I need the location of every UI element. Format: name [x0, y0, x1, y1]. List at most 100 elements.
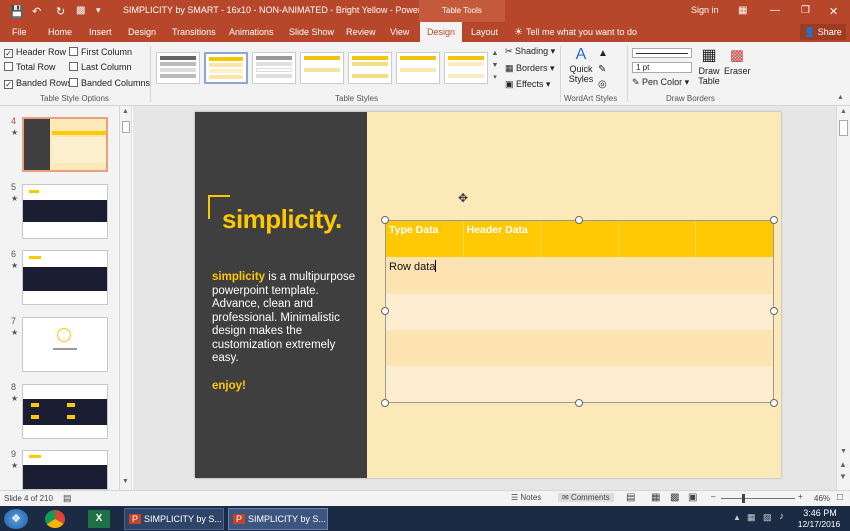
slide-table[interactable]: Type Data Header Data Row data	[385, 220, 774, 403]
shading-button[interactable]: ✂ Shading ▾	[505, 46, 555, 57]
table-cell[interactable]	[618, 294, 695, 330]
network-icon[interactable]: ▨	[763, 512, 772, 523]
table-style-swatch[interactable]	[252, 52, 296, 84]
share-button[interactable]: 👤 Share	[800, 24, 846, 40]
excel-icon[interactable]: X	[88, 510, 110, 528]
canvas-scrollbar[interactable]: ▲ ▼ ▲ ▼	[836, 106, 850, 490]
undo-icon[interactable]: ↶	[32, 5, 41, 18]
table-header-cell[interactable]: Type Data	[386, 221, 464, 257]
previous-slide-icon[interactable]: ▲	[839, 460, 847, 469]
table-style-swatch[interactable]	[156, 52, 200, 84]
scroll-thumb[interactable]	[122, 121, 130, 133]
start-button[interactable]: ❖	[4, 509, 28, 529]
table-cell[interactable]	[618, 330, 695, 366]
closing-text[interactable]: enjoy!	[212, 380, 246, 392]
tab-insert[interactable]: Insert	[89, 27, 112, 37]
table-cell[interactable]	[618, 366, 695, 402]
text-outline-button[interactable]: ✎	[598, 62, 606, 78]
notes-button[interactable]: ☰ Notes	[511, 493, 541, 502]
table-header-cell[interactable]: Header Data	[464, 221, 542, 257]
pen-weight-select[interactable]: 1 pt	[632, 62, 692, 73]
thumbnail-scrollbar[interactable]: ▲ ▼	[120, 106, 132, 490]
gallery-scroll[interactable]: ▲ ▼ ▾	[491, 48, 499, 88]
table-cell[interactable]	[541, 294, 618, 330]
pen-style-select[interactable]	[632, 48, 692, 58]
tab-animations[interactable]: Animations	[229, 27, 274, 37]
resize-handle[interactable]	[770, 399, 778, 407]
total-row-checkbox[interactable]: Total Row	[4, 62, 56, 72]
chrome-icon[interactable]	[45, 510, 65, 528]
customize-icon[interactable]: ▾	[96, 5, 101, 16]
chevron-up-icon[interactable]: ▲	[491, 48, 499, 60]
more-icon[interactable]: ▾	[491, 72, 499, 84]
table-cell[interactable]	[697, 257, 773, 294]
resize-handle[interactable]	[575, 216, 583, 224]
slide-thumbnail[interactable]	[22, 250, 108, 305]
scroll-down-icon[interactable]: ▼	[840, 448, 847, 455]
tab-file[interactable]: File	[12, 27, 27, 37]
volume-icon[interactable]: ♪	[779, 511, 784, 522]
tray-arrow-icon[interactable]: ▲	[733, 513, 741, 522]
table-cell[interactable]	[463, 366, 540, 402]
table-cell[interactable]	[468, 257, 544, 294]
resize-handle[interactable]	[770, 307, 778, 315]
resize-handle[interactable]	[381, 216, 389, 224]
comments-button[interactable]: ✉ Comments	[558, 493, 614, 502]
sign-in-link[interactable]: Sign in	[691, 5, 719, 15]
ribbon-display-icon[interactable]: ▦	[738, 5, 747, 16]
banded-columns-checkbox[interactable]: Banded Columns	[69, 78, 150, 88]
table-header-cell[interactable]	[541, 221, 619, 257]
tab-table-layout[interactable]: Layout	[471, 27, 498, 37]
resize-handle[interactable]	[381, 307, 389, 315]
zoom-level[interactable]: 46%	[814, 494, 830, 503]
brand-title[interactable]: simplicity.	[222, 204, 342, 235]
tab-home[interactable]: Home	[48, 27, 72, 37]
clock-date[interactable]: 12/17/2016	[796, 519, 842, 529]
table-cell[interactable]	[386, 294, 463, 330]
table-cell[interactable]	[696, 330, 773, 366]
text-fill-button[interactable]: ▲	[598, 46, 608, 62]
resize-handle[interactable]	[575, 399, 583, 407]
zoom-slider[interactable]	[721, 498, 795, 499]
table-cell[interactable]	[544, 257, 620, 294]
eraser-button[interactable]: ▩ Eraser	[724, 46, 751, 76]
table-cell[interactable]	[696, 366, 773, 402]
table-style-swatch[interactable]	[444, 52, 488, 84]
restore-icon[interactable]: ❐	[801, 5, 810, 16]
tab-view[interactable]: View	[390, 27, 409, 37]
resize-handle[interactable]	[381, 399, 389, 407]
tab-table-design[interactable]: Design	[420, 22, 463, 42]
tab-transitions[interactable]: Transitions	[172, 27, 216, 37]
table-cell[interactable]: Row data	[386, 257, 468, 294]
table-cell[interactable]	[463, 294, 540, 330]
table-header-cell[interactable]	[619, 221, 697, 257]
slide-thumbnail[interactable]	[22, 184, 108, 239]
slide-thumbnail[interactable]	[22, 384, 108, 439]
resize-handle[interactable]	[770, 216, 778, 224]
taskbar-app-button[interactable]: P SIMPLICITY by S...	[124, 508, 224, 530]
scroll-down-icon[interactable]: ▼	[122, 478, 129, 485]
table-cell[interactable]	[541, 330, 618, 366]
tab-design[interactable]: Design	[128, 27, 156, 37]
slide-sorter-icon[interactable]: ▦	[651, 492, 660, 503]
table-cell[interactable]	[386, 330, 463, 366]
zoom-slider-thumb[interactable]	[742, 494, 745, 503]
clock-time[interactable]: 3:46 PM	[800, 508, 840, 518]
table-cell[interactable]	[463, 330, 540, 366]
table-style-swatch-selected[interactable]	[204, 52, 248, 84]
tab-review[interactable]: Review	[346, 27, 376, 37]
close-icon[interactable]: ✕	[829, 5, 838, 18]
table-cell[interactable]	[541, 366, 618, 402]
slide-body-text[interactable]: simplicity is a multipurpose powerpoint …	[212, 271, 362, 366]
scroll-up-icon[interactable]: ▲	[122, 108, 129, 115]
collapse-ribbon-icon[interactable]: ▲	[837, 94, 844, 101]
slide-thumbnail[interactable]	[22, 317, 108, 372]
zoom-out-button[interactable]: –	[711, 492, 715, 501]
tray-icon[interactable]: ▦	[747, 512, 756, 523]
header-row-checkbox[interactable]: ✓ Header Row	[4, 47, 66, 58]
table-cell[interactable]	[621, 257, 697, 294]
save-icon[interactable]: 💾	[10, 5, 24, 18]
spellcheck-icon[interactable]: ▤	[63, 493, 72, 504]
quick-styles-button[interactable]: A Quick Styles	[566, 46, 596, 84]
normal-view-icon[interactable]: ▤	[626, 492, 635, 503]
